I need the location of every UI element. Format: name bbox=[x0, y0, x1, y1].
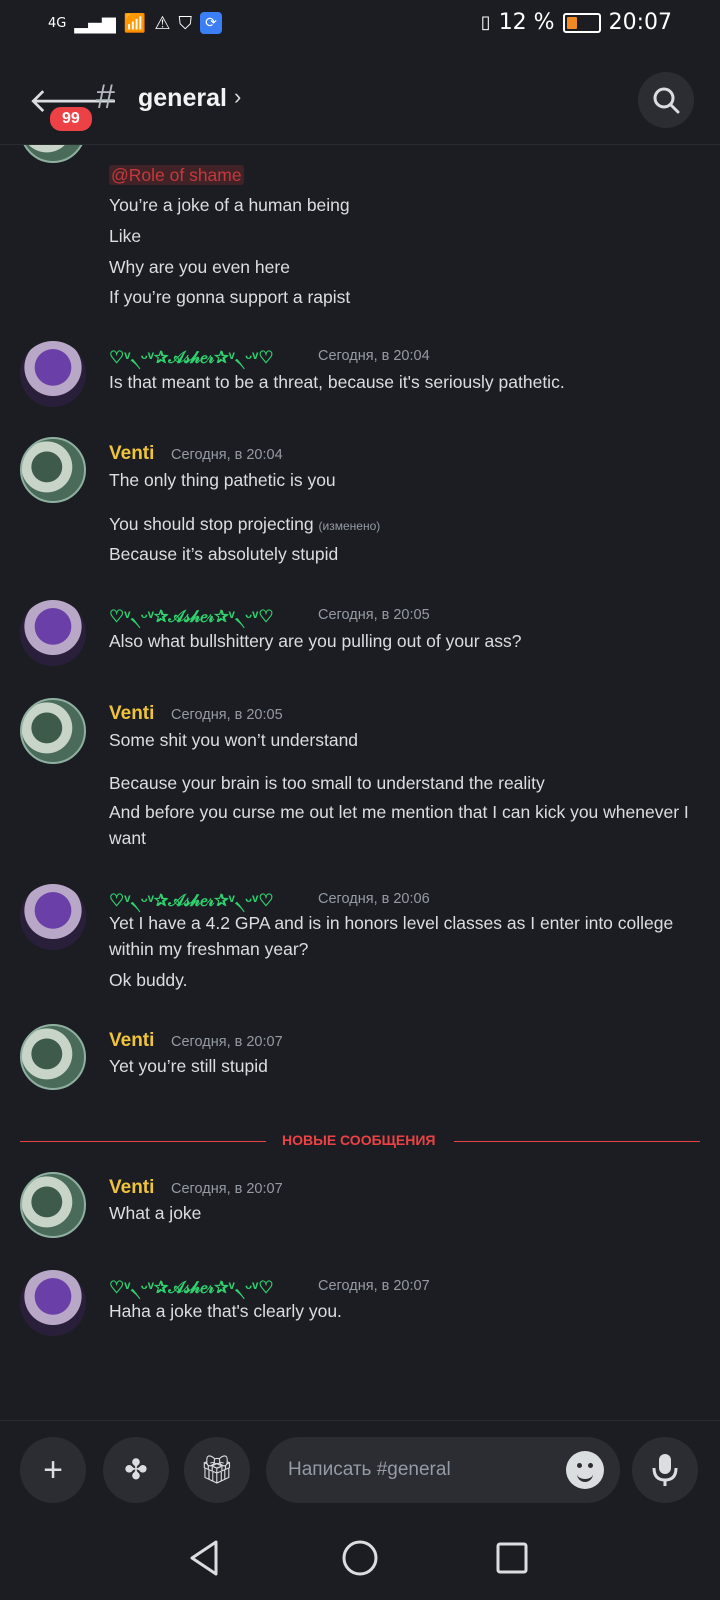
apps-button[interactable]: ✤ bbox=[103, 1437, 169, 1503]
message-text: You should stop projecting bbox=[109, 514, 314, 534]
avatar[interactable] bbox=[20, 884, 86, 950]
voice-message-button[interactable] bbox=[632, 1437, 698, 1503]
message-line: Also what bullshittery are you pulling o… bbox=[109, 631, 522, 651]
avatar[interactable] bbox=[20, 698, 86, 764]
edited-label: (изменено) bbox=[318, 519, 381, 533]
message-line: If you’re gonna support a rapist bbox=[109, 287, 351, 307]
message-line: You’re a joke of a human being bbox=[109, 195, 350, 215]
message-line: Is that meant to be a threat, because it… bbox=[109, 372, 565, 392]
signal-icon: ▂▄▆ bbox=[74, 12, 116, 34]
channel-hash-icon: # bbox=[96, 78, 115, 116]
avatar[interactable] bbox=[20, 1270, 86, 1336]
channel-name[interactable]: general bbox=[138, 84, 227, 113]
message-line: Because it’s absolutely stupid bbox=[109, 544, 339, 564]
gift-icon: 🎁︎ bbox=[199, 1454, 235, 1485]
new-messages-divider: НОВЫЕ СООБЩЕНИЯ bbox=[20, 1131, 700, 1151]
message-line: What a joke bbox=[109, 1203, 202, 1223]
chevron-right-icon[interactable]: › bbox=[234, 84, 241, 110]
message-composer: + ✤ 🎁︎ Написать #general bbox=[0, 1420, 720, 1519]
status-bar: 4G ▂▄▆ 📶 ⚠ ⛉ ⟳ ▯ 12 % 20:07 bbox=[0, 0, 720, 48]
message-line: @Role of shame bbox=[109, 165, 244, 186]
username[interactable]: ♡ᵛ৲ᵕᵛ✰𝒜𝓈𝒽𝑒𝓇✰ᵛ৲ᵕᵛ♡ bbox=[109, 345, 274, 373]
microphone-icon bbox=[652, 1454, 678, 1486]
timestamp: Сегодня, в 20:07 bbox=[318, 1278, 430, 1294]
message-line: The only thing pathetic is you bbox=[109, 470, 336, 490]
add-attachment-button[interactable]: + bbox=[20, 1437, 86, 1503]
gift-button[interactable]: 🎁︎ bbox=[184, 1437, 250, 1503]
network-label: 4G bbox=[48, 15, 67, 31]
channel-header: 🡐 99 # general › bbox=[0, 60, 720, 145]
avatar[interactable] bbox=[20, 600, 86, 666]
avatar[interactable] bbox=[20, 437, 86, 503]
clock: 20:07 bbox=[608, 10, 672, 35]
timestamp: Сегодня, в 20:04 bbox=[171, 447, 283, 463]
message-list[interactable]: @Role of shame You’re a joke of a human … bbox=[0, 145, 720, 1420]
timestamp: Сегодня, в 20:07 bbox=[171, 1034, 283, 1050]
avatar[interactable] bbox=[20, 341, 86, 407]
message-input-placeholder: Написать #general bbox=[288, 1459, 451, 1480]
role-mention[interactable]: @Role of shame bbox=[109, 165, 244, 185]
system-navigation-bar bbox=[0, 1518, 720, 1600]
search-button[interactable] bbox=[638, 72, 694, 128]
wifi-icon: 📶 bbox=[123, 12, 147, 34]
shield-icon: ⛉ bbox=[178, 12, 192, 34]
avatar[interactable] bbox=[20, 1172, 86, 1238]
timestamp: Сегодня, в 20:04 bbox=[318, 348, 430, 364]
message-line: Yet you’re still stupid bbox=[109, 1056, 268, 1076]
divider-label: НОВЫЕ СООБЩЕНИЯ bbox=[282, 1132, 436, 1148]
message-line: Yet I have a 4.2 GPA and is in honors le… bbox=[109, 913, 674, 959]
warning-icon: ⚠ bbox=[154, 12, 171, 34]
apps-icon: ✤ bbox=[124, 1454, 148, 1485]
emoji-icon[interactable] bbox=[566, 1451, 604, 1489]
message-line: Because your brain is too small to under… bbox=[109, 773, 545, 793]
vpn-icon: ⟳ bbox=[199, 12, 222, 34]
nav-recents-icon[interactable] bbox=[494, 1538, 530, 1578]
message-line: Some shit you won’t understand bbox=[109, 730, 359, 750]
search-icon bbox=[653, 87, 680, 114]
message-line: Like bbox=[109, 226, 142, 246]
nav-back-icon[interactable] bbox=[186, 1538, 222, 1578]
timestamp: Сегодня, в 20:05 bbox=[171, 707, 283, 723]
timestamp: Сегодня, в 20:07 bbox=[171, 1181, 283, 1197]
avatar[interactable] bbox=[20, 1024, 86, 1090]
battery-percent: 12 % bbox=[498, 10, 555, 35]
message-line: Ok buddy. bbox=[109, 970, 188, 990]
nav-home-icon[interactable] bbox=[340, 1538, 380, 1578]
message-line: You should stop projecting (изменено) bbox=[109, 514, 380, 535]
timestamp: Сегодня, в 20:05 bbox=[318, 607, 430, 623]
username[interactable]: Venti bbox=[109, 703, 154, 725]
message-line: And before you curse me out let me menti… bbox=[109, 802, 689, 848]
username[interactable]: Venti bbox=[109, 1177, 154, 1199]
unread-badge: 99 bbox=[47, 104, 95, 134]
username[interactable]: ♡ᵛ৲ᵕᵛ✰𝒜𝓈𝒽𝑒𝓇✰ᵛ৲ᵕᵛ♡ bbox=[109, 1275, 274, 1303]
vibrate-icon: ▯ bbox=[480, 12, 491, 33]
avatar[interactable] bbox=[20, 145, 86, 163]
username[interactable]: Venti bbox=[109, 1030, 154, 1052]
battery-icon bbox=[562, 12, 601, 33]
message-line: Why are you even here bbox=[109, 257, 290, 277]
username[interactable]: ♡ᵛ৲ᵕᵛ✰𝒜𝓈𝒽𝑒𝓇✰ᵛ৲ᵕᵛ♡ bbox=[109, 604, 274, 632]
message-input[interactable]: Написать #general bbox=[266, 1437, 620, 1503]
username[interactable]: Venti bbox=[109, 443, 154, 465]
message-line: Haha a joke that's clearly you. bbox=[109, 1301, 342, 1321]
timestamp: Сегодня, в 20:06 bbox=[318, 891, 430, 907]
plus-icon: + bbox=[43, 1451, 63, 1489]
